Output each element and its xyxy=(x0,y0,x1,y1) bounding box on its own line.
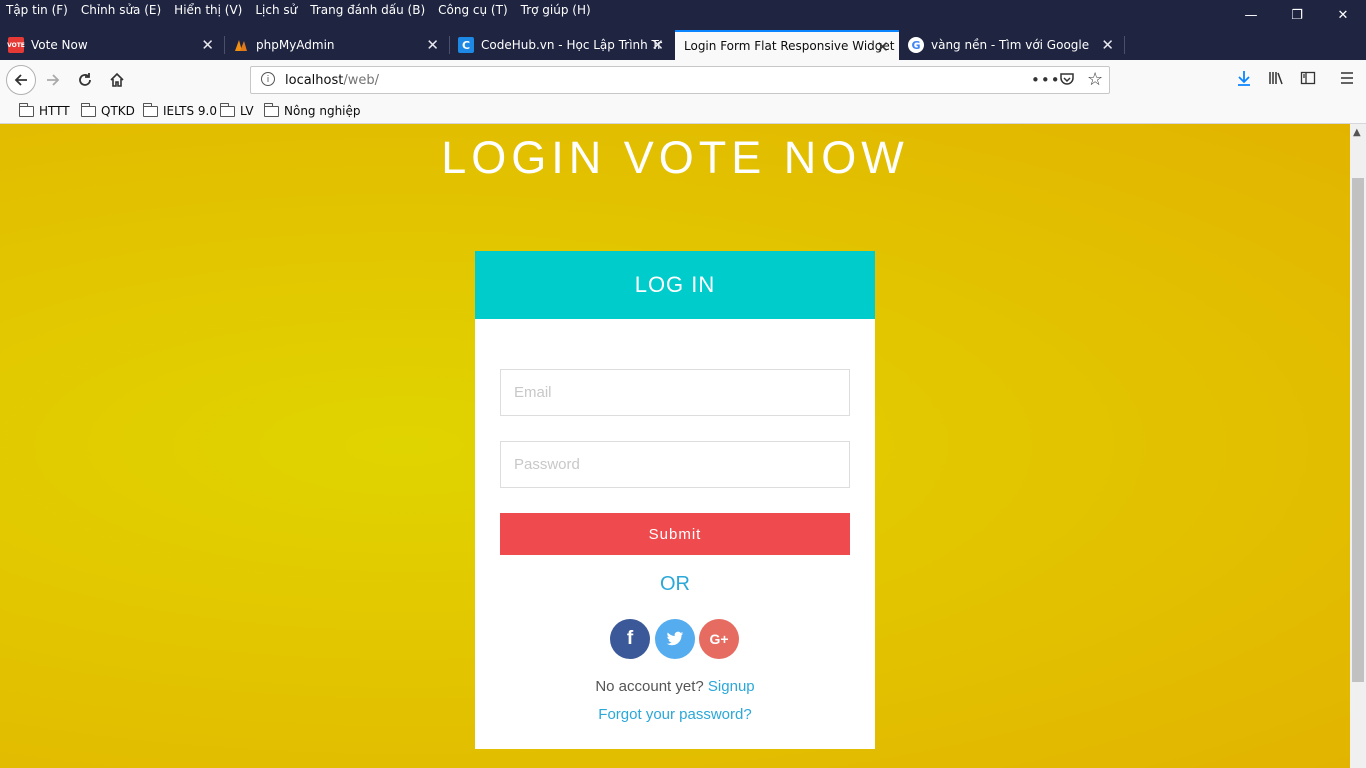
menu-history[interactable]: Lịch sử xyxy=(255,3,297,17)
tab-divider xyxy=(1124,36,1125,54)
card-title: LOG IN xyxy=(475,251,875,319)
back-button[interactable] xyxy=(6,65,36,95)
google-plus-icon: G+ xyxy=(709,631,729,647)
tab-login-form[interactable]: Login Form Flat Responsive Widget ✕ xyxy=(675,30,899,60)
page-actions-icon[interactable]: ••• xyxy=(1031,71,1061,89)
close-tab-icon[interactable]: ✕ xyxy=(1101,36,1114,54)
url-host: localhost xyxy=(285,73,344,88)
bookmark-folder-qtkd[interactable]: QTKD xyxy=(81,102,135,118)
tab-title: vàng nền - Tìm với Google xyxy=(931,38,1090,52)
tab-title: Vote Now xyxy=(31,38,88,52)
menu-help[interactable]: Trợ giúp (H) xyxy=(521,3,591,17)
bookmark-label: LV xyxy=(240,104,254,118)
menu-view[interactable]: Hiển thị (V) xyxy=(174,3,242,17)
arrow-left-icon xyxy=(14,74,27,86)
folder-icon xyxy=(81,102,96,117)
download-icon[interactable] xyxy=(1236,70,1252,90)
tab-bar: VOTE Vote Now ✕ phpMyAdmin ✕ C CodeHub.v… xyxy=(0,30,1366,88)
vertical-scrollbar[interactable]: ▲ xyxy=(1350,124,1366,768)
address-bar[interactable]: i localhost/web/ ••• ☆ xyxy=(250,66,1110,94)
phpmyadmin-icon xyxy=(233,37,249,53)
facebook-button[interactable]: f xyxy=(610,619,650,659)
menu-edit[interactable]: Chỉnh sửa (E) xyxy=(81,3,161,17)
vote-icon: VOTE xyxy=(7,37,25,53)
tab-phpmyadmin[interactable]: phpMyAdmin ✕ xyxy=(225,30,449,60)
bookmark-label: IELTS 9.0 xyxy=(163,104,217,118)
tab-title: phpMyAdmin xyxy=(256,38,335,52)
google-plus-button[interactable]: G+ xyxy=(699,619,739,659)
pocket-icon[interactable] xyxy=(1059,71,1075,91)
codehub-icon: C xyxy=(458,37,474,53)
scrollbar-thumb[interactable] xyxy=(1352,178,1364,682)
forgot-password-link[interactable]: Forgot your password? xyxy=(598,706,751,723)
google-icon: G xyxy=(908,37,924,53)
url-path: /web/ xyxy=(343,73,380,88)
reload-icon xyxy=(79,73,91,86)
menu-bookmarks[interactable]: Trang đánh dấu (B) xyxy=(310,3,425,17)
sidebar-icon[interactable] xyxy=(1300,70,1316,90)
page-headline: LOGIN VOTE NOW xyxy=(441,132,909,183)
close-tab-icon[interactable]: ✕ xyxy=(651,36,664,54)
tab-google-search[interactable]: G vàng nền - Tìm với Google ✕ xyxy=(900,30,1124,60)
restore-button[interactable]: ❐ xyxy=(1274,0,1320,30)
home-button[interactable] xyxy=(103,66,131,94)
folder-icon xyxy=(143,102,158,117)
close-tab-icon[interactable]: ✕ xyxy=(201,36,214,54)
password-field[interactable] xyxy=(500,441,850,488)
close-window-button[interactable]: ✕ xyxy=(1320,0,1366,30)
signup-line: No account yet? Signup xyxy=(475,678,875,695)
twitter-button[interactable] xyxy=(655,619,695,659)
bookmark-folder-ielts[interactable]: IELTS 9.0 xyxy=(143,102,217,118)
submit-button[interactable]: Submit xyxy=(500,513,850,555)
signup-link[interactable]: Signup xyxy=(708,678,755,695)
login-card: LOG IN Submit OR f G+ No account yet? Si… xyxy=(475,251,875,749)
close-tab-icon[interactable]: ✕ xyxy=(426,36,439,54)
tab-title: Login Form Flat Responsive Widget xyxy=(684,39,895,53)
restore-icon: ❐ xyxy=(1291,7,1303,23)
info-icon[interactable]: i xyxy=(261,72,275,86)
folder-icon xyxy=(264,102,279,117)
scroll-up-icon[interactable]: ▲ xyxy=(1353,127,1361,138)
reload-button[interactable] xyxy=(71,66,99,94)
menu-list: Tập tin (F) Chỉnh sửa (E) Hiển thị (V) L… xyxy=(6,3,591,17)
close-icon: ✕ xyxy=(1337,7,1349,23)
folder-icon xyxy=(220,102,235,117)
bookmark-label: QTKD xyxy=(101,104,135,118)
minimize-button[interactable]: — xyxy=(1228,0,1274,30)
library-icon[interactable] xyxy=(1268,70,1284,90)
home-icon xyxy=(110,72,124,87)
tab-title: CodeHub.vn - Học Lập Trình Tr xyxy=(481,38,663,52)
forward-button[interactable] xyxy=(39,66,67,94)
navigation-bar: i localhost/web/ ••• ☆ xyxy=(0,60,1366,100)
tab-codehub[interactable]: C CodeHub.vn - Học Lập Trình Tr ✕ xyxy=(450,30,674,60)
menu-file[interactable]: Tập tin (F) xyxy=(6,3,68,17)
bookmark-folder-httt[interactable]: HTTT xyxy=(19,102,70,118)
bookmark-folder-nong-nghiep[interactable]: Nông nghiệp xyxy=(264,102,361,118)
bookmarks-bar: HTTT QTKD IELTS 9.0 LV Nông nghiệp xyxy=(0,100,1366,124)
close-tab-icon[interactable]: ✕ xyxy=(876,38,889,56)
minimize-icon: — xyxy=(1244,7,1258,23)
menu-tools[interactable]: Công cụ (T) xyxy=(438,3,507,17)
tab-divider xyxy=(224,36,225,54)
facebook-icon: f xyxy=(626,628,634,649)
bookmark-label: HTTT xyxy=(39,104,70,118)
forgot-line: Forgot your password? xyxy=(475,706,875,723)
tab-vote-now[interactable]: VOTE Vote Now ✕ xyxy=(0,30,224,60)
no-account-text: No account yet? xyxy=(595,678,704,695)
menu-bar: Tập tin (F) Chỉnh sửa (E) Hiển thị (V) L… xyxy=(0,0,1366,30)
folder-icon xyxy=(19,102,34,117)
bookmark-folder-lv[interactable]: LV xyxy=(220,102,254,118)
star-icon[interactable]: ☆ xyxy=(1087,69,1103,90)
bookmark-label: Nông nghiệp xyxy=(284,104,361,118)
or-divider: OR xyxy=(660,573,690,595)
hamburger-menu-icon[interactable] xyxy=(1339,70,1355,90)
arrow-right-icon xyxy=(47,74,60,86)
url-text: localhost/web/ xyxy=(285,73,379,88)
tab-divider xyxy=(449,36,450,54)
email-field[interactable] xyxy=(500,369,850,416)
twitter-icon xyxy=(666,631,684,646)
page-content: LOGIN VOTE NOW LOG IN Submit OR f G+ No … xyxy=(0,124,1350,768)
